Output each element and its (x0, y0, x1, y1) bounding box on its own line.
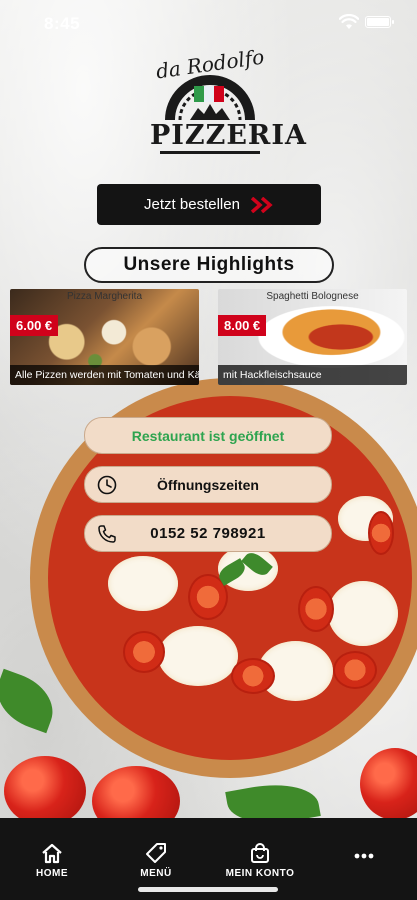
highlight-card[interactable]: Spaghetti Bolognese 8.00 € mit Hackfleis… (218, 289, 407, 385)
home-icon (42, 843, 62, 864)
highlight-card-price: 6.00 € (10, 315, 59, 336)
tag-icon (146, 843, 166, 863)
tomato-slice (298, 586, 334, 632)
mozzarella (108, 556, 178, 611)
tomato-slice (368, 511, 394, 555)
tomato-slice (333, 651, 377, 689)
nav-menu[interactable]: MENÜ (116, 842, 196, 879)
battery-icon (365, 16, 394, 28)
clock-icon (97, 475, 117, 495)
highlights-title: Unsere Highlights (84, 247, 334, 283)
nav-account[interactable]: MEIN KONTO (220, 842, 300, 879)
wifi-icon (339, 14, 359, 29)
mozzarella (158, 626, 238, 686)
highlight-card-description: Alle Pizzen werden mit Tomaten und Käse.… (10, 365, 199, 385)
order-now-label: Jetzt bestellen (144, 196, 240, 213)
bag-icon (251, 843, 269, 863)
home-indicator (138, 887, 278, 892)
highlight-card-title: Pizza Margherita (66, 291, 143, 302)
double-chevron-right-icon (250, 196, 273, 213)
nav-account-label: MEIN KONTO (225, 868, 295, 879)
opening-hours-label: Öffnungszeiten (157, 476, 259, 493)
phone-number: 0152 52 798921 (150, 525, 266, 542)
pizza-oven-icon (165, 75, 255, 121)
logo-underline (160, 151, 260, 154)
phone-call-button[interactable]: 0152 52 798921 (84, 515, 332, 552)
pizzeria-logo: da Rodolfo PIZZERIA (150, 45, 307, 162)
status-bar: 8:45 (0, 0, 417, 46)
mozzarella (328, 581, 398, 646)
nav-more[interactable] (324, 842, 404, 868)
tomato-slice (231, 658, 275, 694)
opening-hours-button[interactable]: Öffnungszeiten (84, 466, 332, 503)
nav-home[interactable]: HOME (12, 842, 92, 879)
restaurant-status-text: Restaurant ist geöffnet (131, 427, 285, 444)
highlight-card[interactable]: Pizza Margherita 6.00 € Alle Pizzen werd… (10, 289, 199, 385)
highlight-card-title: Spaghetti Bolognese (266, 291, 359, 302)
tomato (4, 756, 86, 826)
highlight-card-price: 8.00 € (218, 315, 267, 336)
more-icon (354, 853, 374, 859)
logo-word: PIZZERIA (150, 120, 307, 151)
nav-menu-label: MENÜ (140, 868, 172, 879)
highlight-card-description: mit Hackfleischsauce (218, 365, 407, 385)
nav-home-label: HOME (36, 868, 68, 879)
restaurant-status-badge: Restaurant ist geöffnet (84, 417, 332, 454)
phone-icon (98, 525, 116, 543)
order-now-button[interactable]: Jetzt bestellen (97, 184, 321, 225)
tomato-slice (123, 631, 165, 673)
status-time: 8:45 (44, 14, 81, 33)
